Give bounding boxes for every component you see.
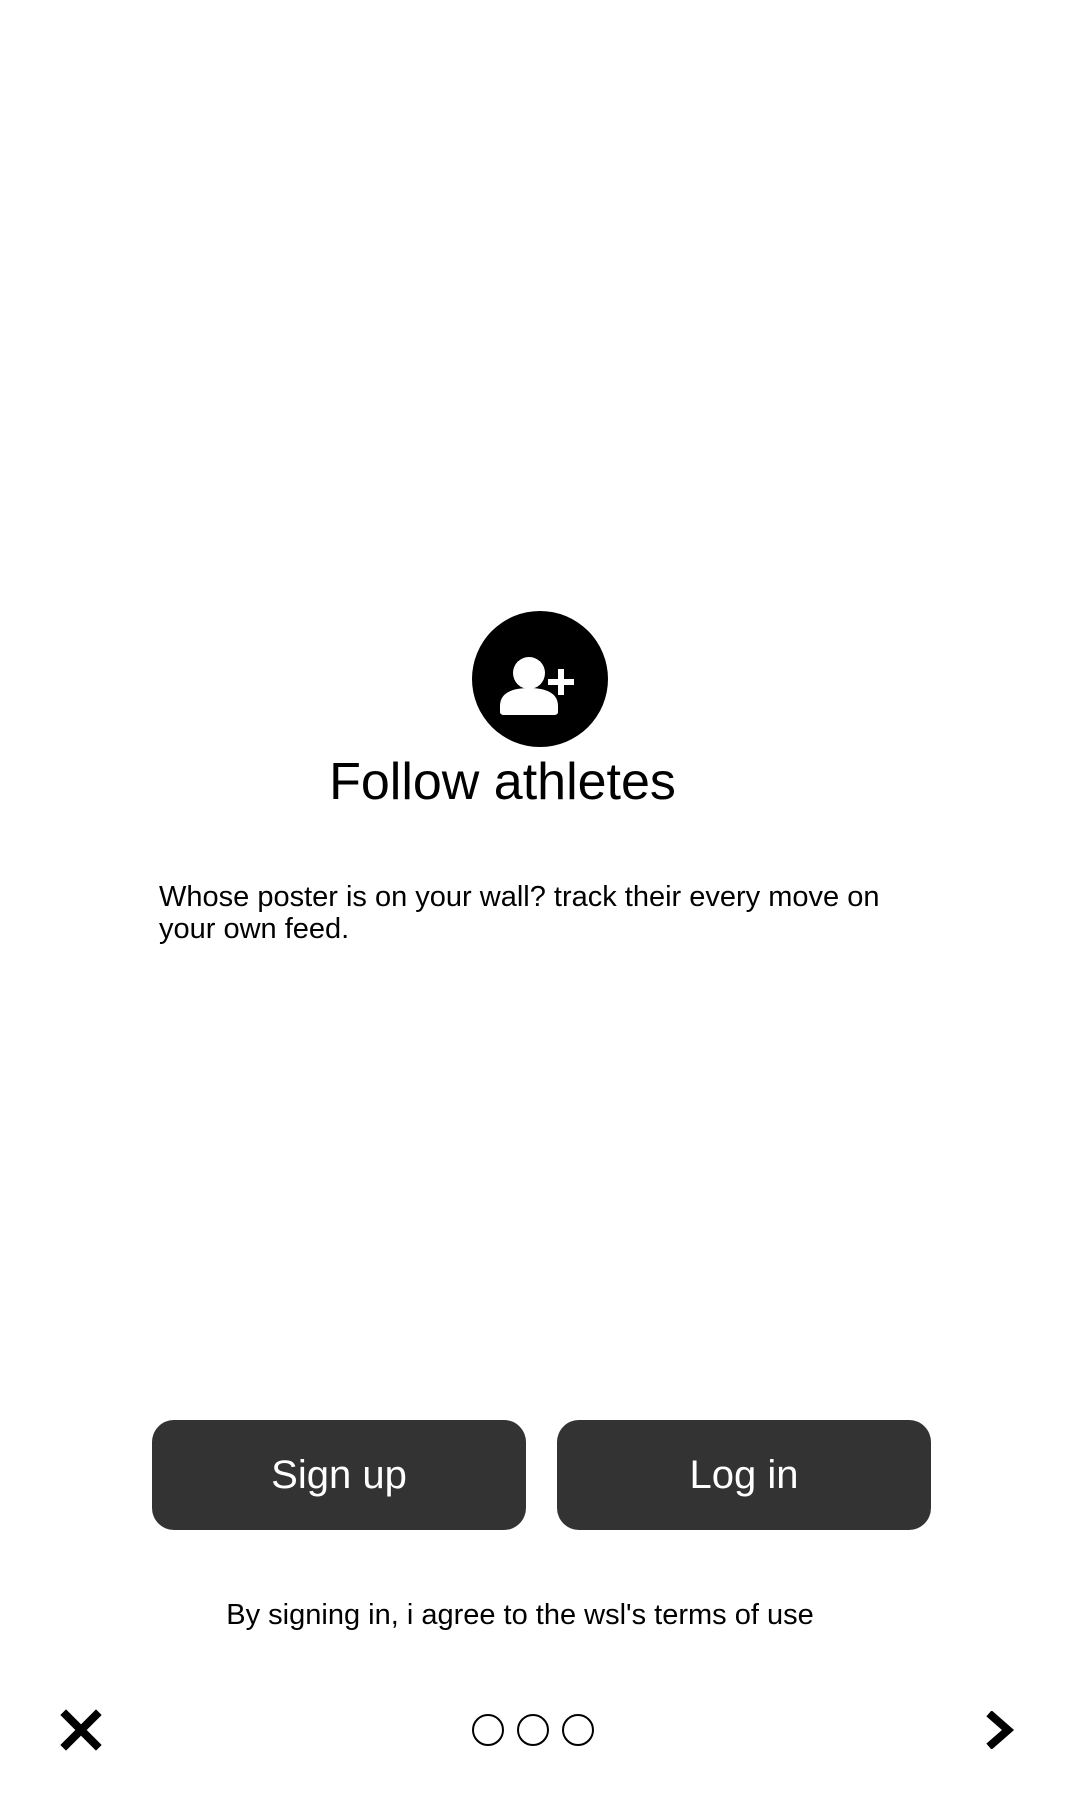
page-indicator xyxy=(472,1714,594,1746)
onboarding-screen: Follow athletes Whose poster is on your … xyxy=(0,0,1080,1800)
page-dot[interactable] xyxy=(562,1714,594,1746)
terms-of-use-text: By signing in, i agree to the wsl's term… xyxy=(226,1599,814,1631)
person-add-icon xyxy=(472,611,608,747)
log-in-button[interactable]: Log in xyxy=(557,1420,931,1530)
description-text: Whose poster is on your wall? track thei… xyxy=(159,881,880,945)
page-dot[interactable] xyxy=(472,1714,504,1746)
chevron-right-icon[interactable] xyxy=(982,1710,1018,1750)
close-icon[interactable] xyxy=(60,1709,102,1751)
page-title: Follow athletes xyxy=(329,753,676,811)
sign-up-button[interactable]: Sign up xyxy=(152,1420,526,1530)
page-dot[interactable] xyxy=(517,1714,549,1746)
